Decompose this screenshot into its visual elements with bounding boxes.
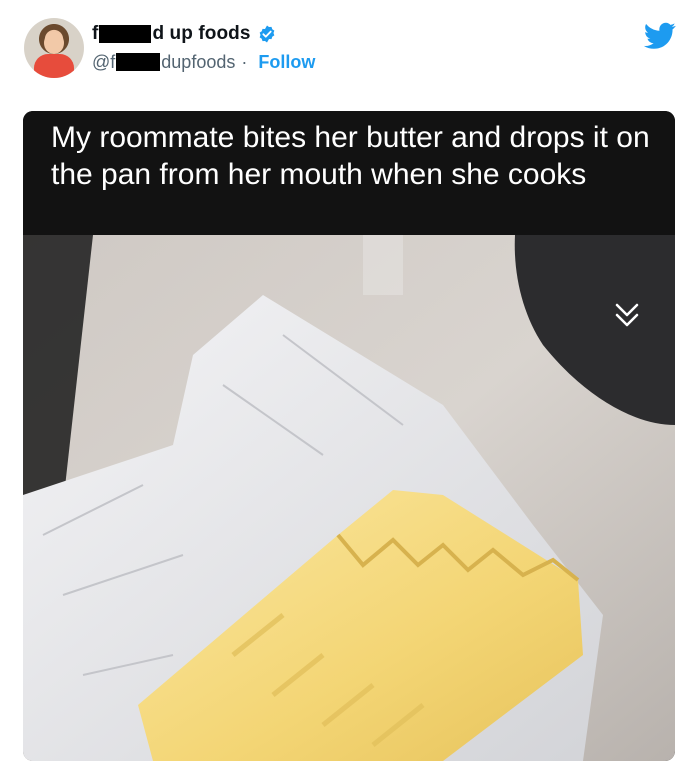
handle-end[interactable]: dupfoods xyxy=(161,52,235,73)
tweet-header: f d up foods @f dupfoods · Follow xyxy=(0,0,700,100)
twitter-bird-icon[interactable] xyxy=(644,22,676,50)
separator: · xyxy=(241,51,248,72)
handle-row: @f dupfoods · Follow xyxy=(92,50,315,74)
censor-bar xyxy=(116,53,161,71)
censor-bar xyxy=(99,25,152,43)
follow-button[interactable]: Follow xyxy=(258,52,315,73)
handle-start[interactable]: @f xyxy=(92,52,115,73)
verified-badge-icon xyxy=(259,25,274,43)
double-chevron-down-icon[interactable] xyxy=(613,299,641,331)
caption-banner: My roommate bites her butter and drops i… xyxy=(23,111,675,235)
display-name-row[interactable]: f d up foods xyxy=(92,22,277,46)
butter-photo[interactable] xyxy=(23,235,675,761)
avatar-face xyxy=(44,32,64,54)
avatar[interactable] xyxy=(24,18,84,78)
display-name-start[interactable]: f xyxy=(92,23,98,45)
avatar-shirt xyxy=(34,54,74,78)
caption-text: My roommate bites her butter and drops i… xyxy=(51,121,650,191)
tweet-media-card[interactable]: My roommate bites her butter and drops i… xyxy=(23,111,675,761)
display-name-end[interactable]: d up foods xyxy=(152,23,250,45)
light-reflection xyxy=(363,235,403,295)
